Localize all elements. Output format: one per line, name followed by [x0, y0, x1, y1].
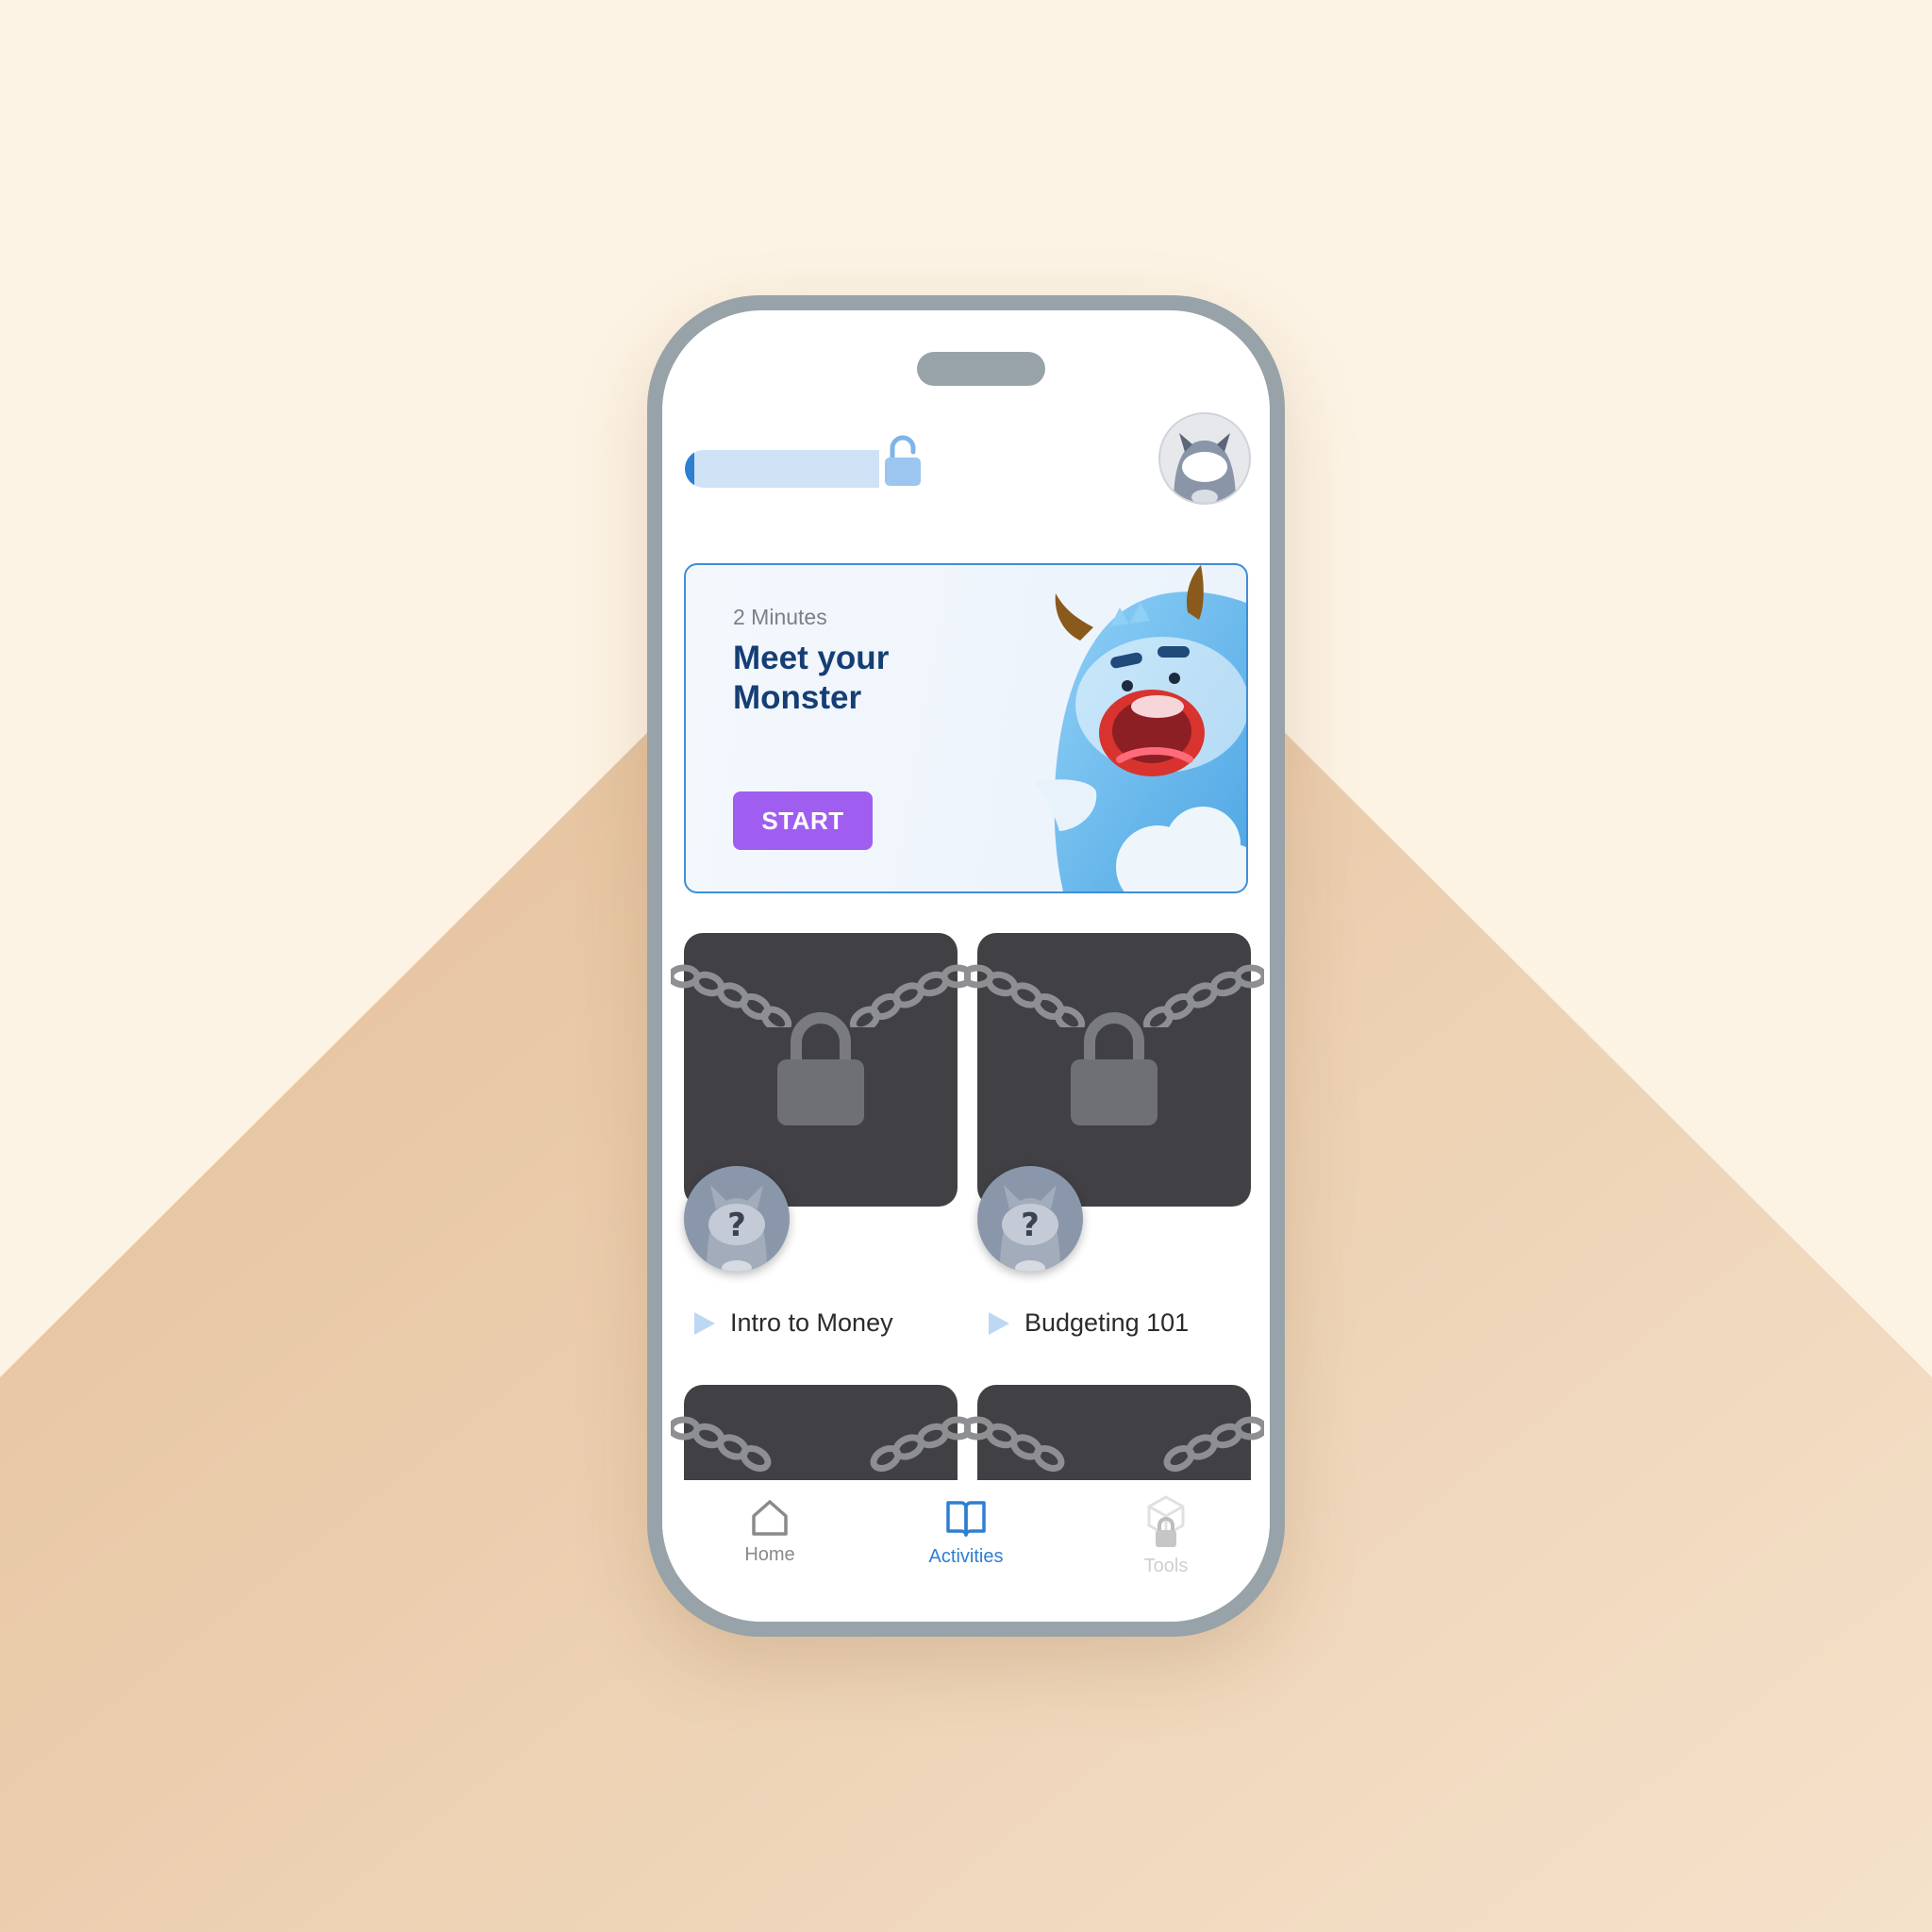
bottom-navigation: Home Activities Tools: [662, 1480, 1270, 1622]
monster-avatar-icon: [1174, 433, 1236, 503]
nav-home-label: Home: [744, 1544, 795, 1565]
badge-mark: ?: [1021, 1207, 1040, 1244]
mystery-monster-badge: ?: [684, 1166, 790, 1272]
activity-card-locked-4[interactable]: [964, 1385, 1264, 1489]
question-monster-icon: ?: [707, 1185, 767, 1272]
play-icon: [989, 1311, 1009, 1335]
phone-notch: [917, 352, 1045, 386]
nav-activities-label: Activities: [928, 1546, 1004, 1567]
activity-name: Intro to Money: [730, 1308, 893, 1337]
play-icon: [694, 1311, 715, 1335]
nav-activities[interactable]: Activities: [909, 1497, 1023, 1568]
activity-card-budgeting-101[interactable]: [964, 933, 1264, 1207]
activity-duration: 2 Minutes: [733, 605, 827, 629]
badge-mark: ?: [727, 1207, 746, 1244]
progress-fill: [685, 450, 695, 488]
chain-icon: [964, 1416, 1264, 1472]
unlocked-padlock-icon: [885, 435, 921, 486]
padlock-icon: [777, 1012, 864, 1125]
padlock-icon: [1071, 1012, 1158, 1125]
start-button[interactable]: START: [733, 791, 873, 850]
app-screen: 2 Minutes Meet your Monster START ? Intr…: [662, 310, 1270, 1622]
activity-title-budgeting-101[interactable]: Budgeting 101: [987, 1308, 1189, 1338]
activity-card-locked-3[interactable]: [671, 1385, 971, 1489]
unlock-progress: [685, 435, 921, 488]
locked-tools-icon: [1147, 1495, 1185, 1547]
question-monster-icon: ?: [1000, 1185, 1060, 1272]
profile-avatar[interactable]: [1158, 412, 1251, 505]
chain-icon: [671, 1416, 971, 1472]
nav-tools-label: Tools: [1143, 1556, 1189, 1576]
nav-tools[interactable]: Tools: [1119, 1493, 1213, 1577]
phone-frame: 2 Minutes Meet your Monster START ? Intr…: [647, 295, 1285, 1637]
book-icon: [946, 1501, 986, 1537]
blue-monster-illustration: [1035, 565, 1246, 891]
featured-activity-card[interactable]: 2 Minutes Meet your Monster START: [684, 563, 1248, 893]
activity-title-intro-to-money[interactable]: Intro to Money: [692, 1308, 893, 1338]
activity-name: Budgeting 101: [1024, 1308, 1190, 1337]
home-icon: [752, 1500, 788, 1536]
nav-home[interactable]: Home: [723, 1497, 817, 1566]
mystery-monster-badge: ?: [977, 1166, 1083, 1272]
activity-card-intro-to-money[interactable]: [671, 933, 971, 1207]
activity-title: Meet your Monster: [733, 640, 890, 716]
progress-track: [685, 450, 879, 488]
